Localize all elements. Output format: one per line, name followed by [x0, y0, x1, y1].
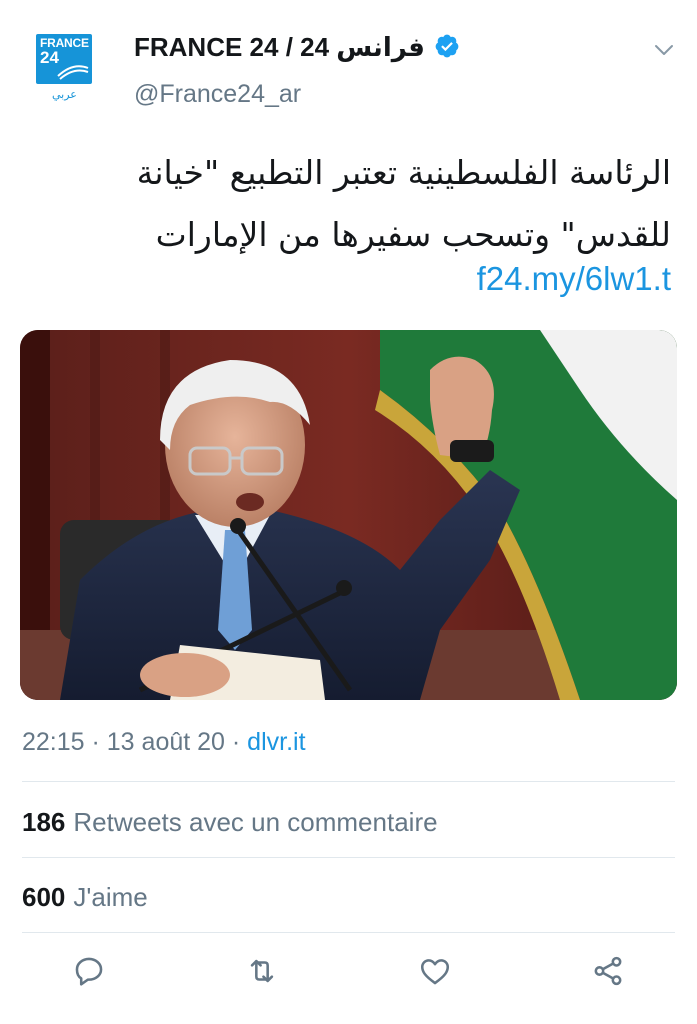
retweet-icon [250, 959, 274, 983]
meta-separator: · [84, 728, 107, 756]
account-handle[interactable]: @France24_ar [134, 80, 301, 109]
likes-label: J'aime [73, 882, 148, 912]
tweet-link[interactable]: f24.my/6lw1.t [477, 260, 671, 298]
likes-stat[interactable]: 600 J'aime [22, 882, 148, 913]
retweet-button[interactable] [245, 954, 279, 988]
tweet-photo [20, 330, 677, 700]
reply-icon [75, 957, 103, 986]
share-icon [594, 956, 622, 986]
france24-logo: FRANCE 24 [36, 34, 92, 84]
tweet-image[interactable] [20, 330, 677, 700]
logo-waves-icon [57, 65, 89, 80]
avatar[interactable]: FRANCE 24 عربي [22, 22, 106, 106]
reply-button[interactable] [72, 954, 106, 988]
retweets-stat[interactable]: 186 Retweets avec un commentaire [22, 807, 438, 838]
verified-badge-icon [435, 34, 459, 58]
share-button[interactable] [591, 954, 625, 988]
divider [22, 781, 675, 782]
like-button[interactable] [418, 954, 452, 988]
likes-count: 600 [22, 882, 66, 912]
divider [22, 857, 675, 858]
display-name[interactable]: FRANCE 24 / فرانس 24 [134, 32, 425, 63]
retweets-count: 186 [22, 807, 66, 837]
tweet-date: 13 août 20 [106, 728, 225, 756]
divider [22, 932, 675, 933]
meta-separator: · [224, 728, 248, 756]
chevron-down-icon[interactable] [652, 38, 676, 62]
tweet-text: الرئاسة الفلسطينية تعتبر التطبيع "خيانة … [136, 153, 671, 254]
tweet-meta: 22:15 · 13 août 20 · dlvr.it [22, 728, 306, 757]
logo-arabic-text: عربي [52, 88, 77, 101]
like-icon [420, 959, 450, 985]
retweets-label: Retweets avec un commentaire [73, 807, 438, 837]
tweet-source-link[interactable]: dlvr.it [247, 728, 305, 756]
tweet-time: 22:15 [22, 728, 85, 756]
